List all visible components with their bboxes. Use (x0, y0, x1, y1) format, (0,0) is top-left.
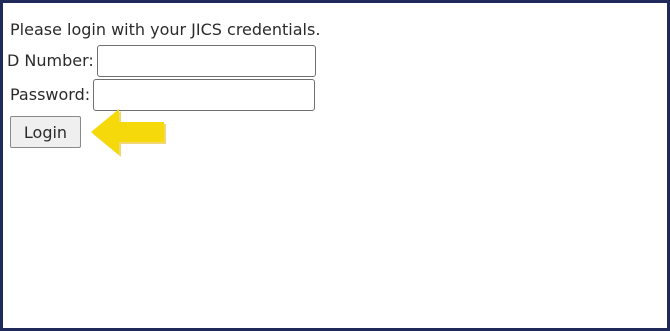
login-button[interactable]: Login (10, 116, 81, 148)
login-instructions: Please login with your JICS credentials. (10, 20, 321, 39)
id-number-input[interactable] (96, 45, 316, 77)
password-label: Password: (10, 85, 91, 104)
id-number-row: D Number: (7, 45, 316, 77)
left-arrow-icon (91, 109, 166, 157)
id-number-label: D Number: (7, 51, 94, 70)
screenshot-frame: Please login with your JICS credentials.… (0, 0, 670, 331)
login-panel: Please login with your JICS credentials.… (3, 3, 667, 328)
